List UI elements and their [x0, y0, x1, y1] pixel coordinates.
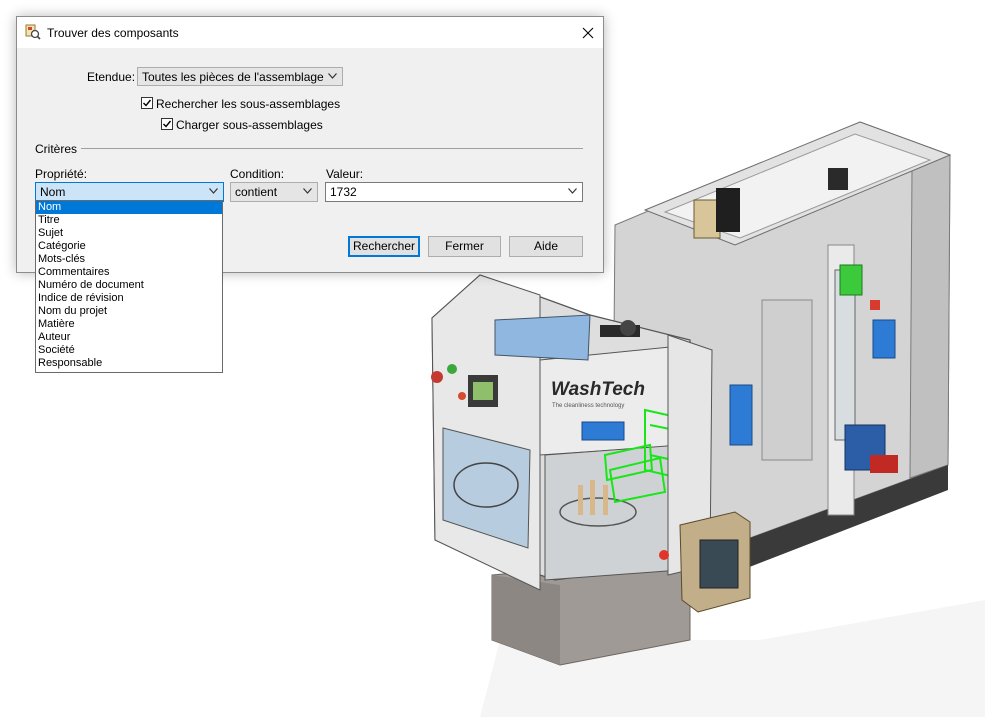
close-dialog-button[interactable]: Fermer: [428, 236, 501, 257]
property-option[interactable]: Société: [36, 344, 222, 357]
criteria-label: Critères: [35, 142, 78, 156]
property-option[interactable]: Auteur: [36, 331, 222, 344]
dialog-title: Trouver des composants: [47, 26, 179, 40]
find-components-icon: [25, 24, 41, 40]
load-subassemblies-checkbox[interactable]: [161, 118, 173, 130]
chevron-down-icon: [303, 188, 312, 194]
washtech-logo: WashTech: [551, 379, 645, 400]
property-option[interactable]: Titre: [36, 214, 222, 227]
property-option[interactable]: Catégorie: [36, 240, 222, 253]
property-option[interactable]: Commentaires: [36, 266, 222, 279]
property-option[interactable]: Sujet: [36, 227, 222, 240]
chevron-down-icon: [209, 188, 218, 194]
close-icon[interactable]: [582, 27, 594, 39]
property-option[interactable]: Nom du projet: [36, 305, 222, 318]
property-label: Propriété:: [35, 167, 88, 181]
property-option[interactable]: Numéro de document: [36, 279, 222, 292]
property-dropdown-list[interactable]: Nom Titre Sujet Catégorie Mots-clés Commentai…: [35, 200, 223, 373]
close-button[interactable]: [572, 17, 603, 48]
load-subassemblies-label[interactable]: Charger sous-assemblages: [176, 118, 323, 132]
property-option[interactable]: Mots-clés: [36, 253, 222, 266]
checkmark-icon: [163, 120, 172, 128]
property-value: Nom: [40, 185, 66, 199]
criteria-divider: [81, 148, 583, 149]
washtech-tagline: The cleanliness technology: [552, 403, 624, 409]
search-subassemblies-label[interactable]: Rechercher les sous-assemblages: [156, 97, 340, 111]
property-option[interactable]: Responsable: [36, 357, 222, 370]
property-option[interactable]: Matière: [36, 318, 222, 331]
condition-value: contient: [235, 185, 278, 199]
scope-label: Etendue:: [87, 70, 136, 84]
value-label: Valeur:: [326, 167, 364, 181]
value-combobox[interactable]: 1732: [325, 182, 583, 202]
search-button[interactable]: Rechercher: [348, 236, 420, 257]
condition-select[interactable]: contient: [230, 182, 318, 202]
title-bar[interactable]: Trouver des composants: [17, 17, 603, 48]
chevron-down-icon[interactable]: [568, 188, 577, 194]
condition-label: Condition:: [230, 167, 285, 181]
value-input[interactable]: 1732: [330, 185, 357, 199]
chevron-down-icon: [328, 73, 337, 79]
search-subassemblies-checkbox[interactable]: [141, 97, 153, 109]
checkmark-icon: [143, 99, 152, 107]
scope-select[interactable]: Toutes les pièces de l'assemblage: [137, 67, 343, 86]
property-select[interactable]: Nom: [35, 182, 224, 202]
help-button[interactable]: Aide: [509, 236, 583, 257]
property-option[interactable]: Indice de révision: [36, 292, 222, 305]
property-option[interactable]: Nom: [36, 201, 222, 214]
scope-value: Toutes les pièces de l'assemblage: [142, 70, 324, 84]
